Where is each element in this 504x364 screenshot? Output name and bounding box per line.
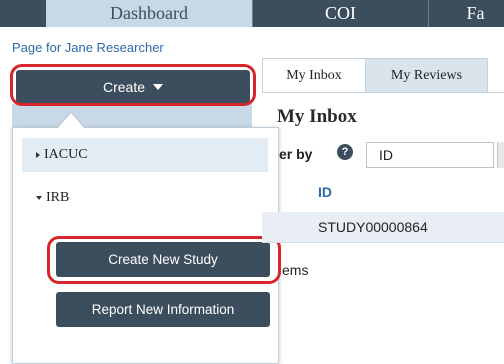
filter-field-select[interactable]: ID [366, 142, 494, 168]
highlight-ring-create [10, 64, 256, 106]
study-id-cell[interactable]: STUDY00000864 [318, 219, 428, 235]
top-navigation: Dashboard COI Fa [0, 0, 504, 30]
help-icon[interactable]: ? [337, 144, 353, 160]
column-header-id[interactable]: ID [318, 184, 332, 200]
report-new-information-button[interactable]: Report New Information [56, 292, 270, 327]
nav-left-segment [0, 0, 46, 27]
menu-item-iacuc[interactable]: IACUC [22, 138, 268, 172]
nav-tab-fa[interactable]: Fa [428, 0, 504, 27]
menu-item-irb[interactable]: IRB [22, 186, 268, 210]
nav-tab-coi[interactable]: COI [252, 0, 428, 27]
page-title: My Inbox [277, 106, 357, 127]
filter-input-edge[interactable] [497, 142, 504, 168]
row-divider [262, 242, 504, 243]
menu-item-iacuc-label: IACUC [44, 147, 88, 162]
filter-label: er by [279, 146, 313, 162]
nav-tab-fa-label: Fa [466, 3, 485, 23]
triangle-down-icon [36, 196, 42, 200]
nav-tab-dashboard[interactable]: Dashboard [46, 0, 252, 27]
highlight-ring-create-study [47, 236, 281, 284]
page-owner-link[interactable]: Page for Jane Researcher [12, 40, 164, 55]
triangle-right-icon [36, 152, 40, 158]
table-row[interactable]: STUDY00000864 [262, 212, 504, 242]
dropdown-notch-inner [58, 113, 84, 128]
nav-tab-dashboard-label: Dashboard [110, 3, 188, 23]
table-header: ID [262, 178, 504, 206]
nav-tab-coi-label: COI [325, 3, 356, 23]
items-count-text: ems [282, 262, 309, 278]
tab-my-reviews[interactable]: My Reviews [366, 58, 488, 92]
tab-my-inbox[interactable]: My Inbox [262, 58, 366, 92]
menu-item-irb-label: IRB [46, 190, 70, 205]
inbox-tabs: My Inbox My Reviews [262, 58, 504, 93]
